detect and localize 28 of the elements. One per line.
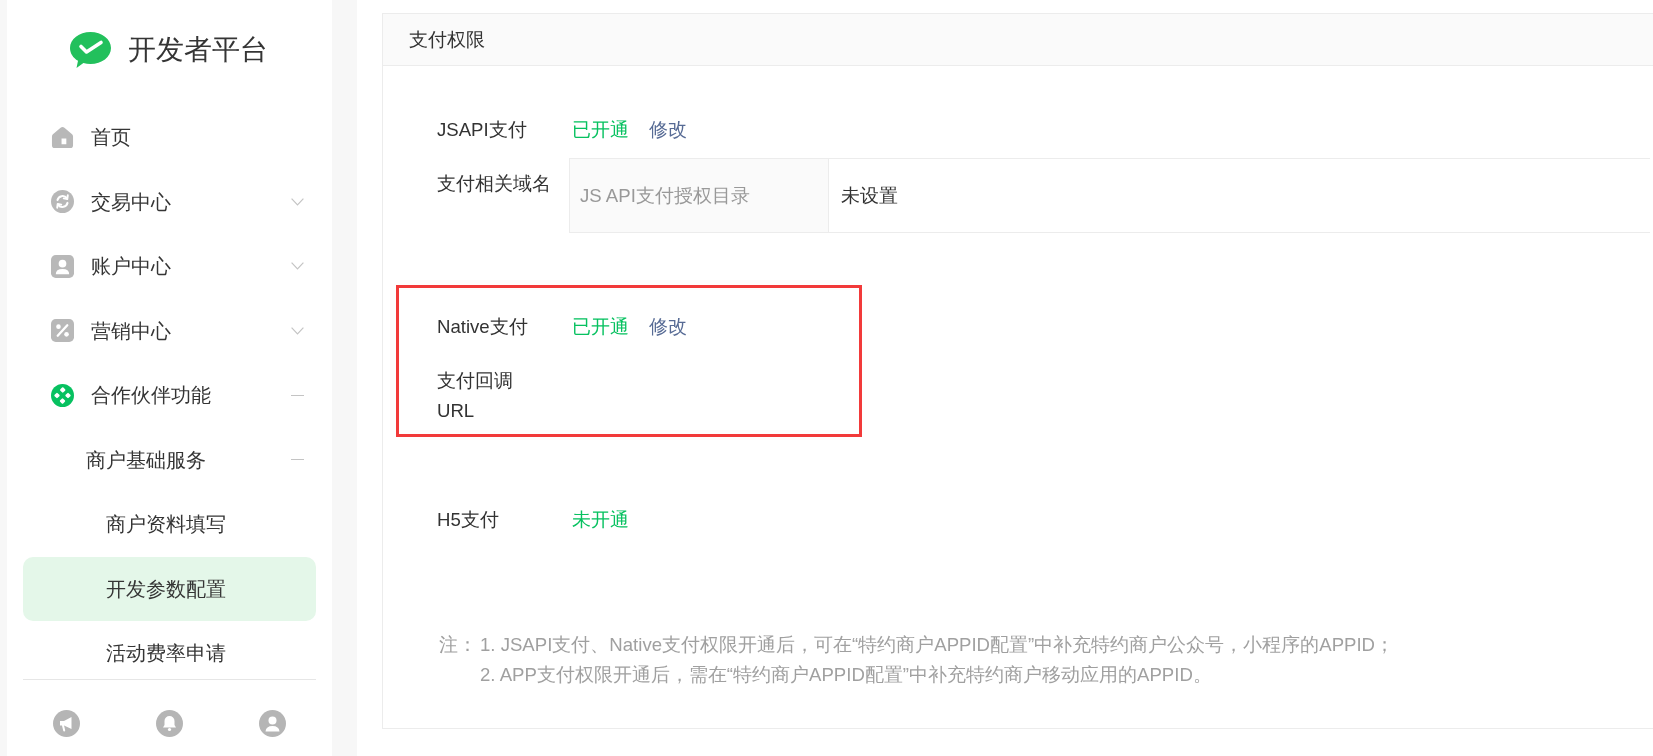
user-icon[interactable] bbox=[259, 710, 286, 737]
field-label-cell: JS API支付授权目录 bbox=[570, 159, 828, 232]
nav-item[interactable]: 商户基础服务 bbox=[7, 427, 332, 492]
chat-bubble-check-icon bbox=[70, 32, 111, 68]
permission-name: Native支付 bbox=[437, 315, 529, 340]
nav-subitem[interactable]: 开发参数配置 bbox=[23, 556, 316, 621]
megaphone-icon[interactable] bbox=[53, 710, 80, 737]
permission-status: 未开通 bbox=[572, 508, 629, 533]
permission-status: 已开通 bbox=[572, 118, 629, 143]
permission-status: 已开通 bbox=[572, 315, 629, 340]
permission-name: JSAPI支付 bbox=[437, 118, 528, 143]
permission-name: H5支付 bbox=[437, 508, 500, 533]
setting-label: 支付回调 URL bbox=[437, 369, 514, 423]
nav-item[interactable]: 营销中心 bbox=[7, 298, 332, 363]
app-title: 开发者平台 bbox=[128, 33, 268, 67]
edit-link[interactable]: 修改 bbox=[649, 116, 687, 144]
nav-item[interactable]: 账户中心 bbox=[7, 234, 332, 299]
nav-item[interactable]: 交易中心 bbox=[7, 169, 332, 234]
nav-item[interactable]: 首页 bbox=[7, 105, 332, 170]
note-text: 1. JSAPI支付、Native支付权限开通后，可在“特约商户APPID配置”中补充特约商户公众号，小程序的APPID； bbox=[480, 633, 1395, 657]
note-label: 注： bbox=[439, 633, 478, 657]
field-value-cell: 未设置 bbox=[828, 159, 1650, 232]
edit-link[interactable]: 修改 bbox=[649, 313, 687, 341]
panel-title: 支付权限 bbox=[409, 27, 485, 52]
bell-icon[interactable] bbox=[156, 710, 183, 737]
nav-item[interactable]: 合作伙伴功能 bbox=[7, 363, 332, 428]
setting-label: 支付相关域名 bbox=[437, 172, 551, 196]
note-text: 2. APP支付权限开通后，需在“特约商户APPID配置”中补充特约商户移动应用的APPID。 bbox=[480, 663, 1213, 687]
